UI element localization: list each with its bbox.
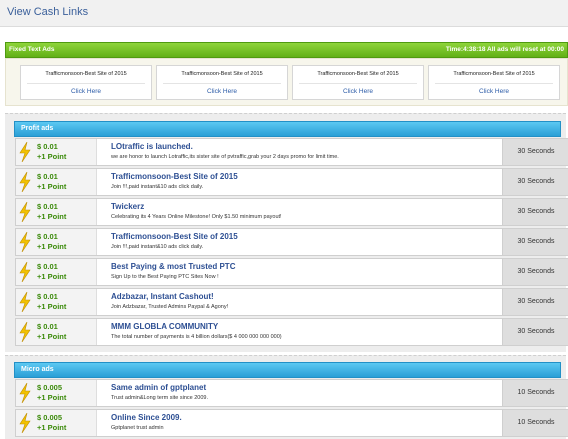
divider — [299, 83, 417, 84]
ad-price: $ 0.01 — [37, 202, 58, 211]
ad-price: $ 0.005 — [37, 413, 63, 422]
reward-cell: $ 0.01 +1 Point — [16, 289, 97, 315]
ad-price: $ 0.01 — [37, 172, 58, 181]
ad-title[interactable]: Twickerz — [111, 202, 144, 211]
lightning-icon — [19, 322, 31, 342]
ad-row[interactable]: $ 0.005 +1 Point Same admin of gptplanet… — [15, 379, 568, 407]
fixed-ad-title: Trafficmonsoon-Best Site of 2015 — [45, 71, 127, 77]
ad-price: $ 0.01 — [37, 322, 58, 331]
fixed-ads-area: Trafficmonsoon-Best Site of 2015 Click H… — [5, 58, 568, 106]
fixed-ad-link[interactable]: Click Here — [293, 88, 423, 95]
divider — [163, 83, 281, 84]
ad-duration: 30 Seconds — [502, 169, 568, 195]
divider — [435, 83, 553, 84]
ad-title[interactable]: Trafficmonsoon-Best Site of 2015 — [111, 232, 238, 241]
fixed-ad-title: Trafficmonsoon-Best Site of 2015 — [181, 71, 263, 77]
ad-duration: 10 Seconds — [502, 410, 568, 436]
ad-row[interactable]: $ 0.01 +1 Point Trafficmonsoon-Best Site… — [15, 228, 568, 256]
ad-points: +1 Point — [37, 393, 67, 402]
reward-cell: $ 0.01 +1 Point — [16, 169, 97, 195]
reward-cell: $ 0.01 +1 Point — [16, 319, 97, 345]
fixed-ad-link[interactable]: Click Here — [21, 88, 151, 95]
ad-title[interactable]: MMM GLOBLA COMMUNITY — [111, 322, 218, 331]
ad-duration: 30 Seconds — [502, 319, 568, 345]
ad-description: Sign Up to the Best Paying PTC Sites Now… — [111, 274, 219, 280]
ad-row[interactable]: $ 0.005 +1 Point Online Since 2009. Gptp… — [15, 409, 568, 437]
ad-points: +1 Point — [37, 182, 67, 191]
ad-duration: 30 Seconds — [502, 139, 568, 165]
ad-row[interactable]: $ 0.01 +1 Point Trafficmonsoon-Best Site… — [15, 168, 568, 196]
ad-row[interactable]: $ 0.01 +1 Point Best Paying & most Trust… — [15, 258, 568, 286]
ad-points: +1 Point — [37, 272, 67, 281]
ad-description: Join Adzbazar, Trusted Admins Paypal & A… — [111, 304, 229, 310]
ad-description: we are honor to launch Lotraffic,its sis… — [111, 154, 339, 160]
ad-row[interactable]: $ 0.01 +1 Point Twickerz Celebrating its… — [15, 198, 568, 226]
ad-points: +1 Point — [37, 302, 67, 311]
ad-title[interactable]: Trafficmonsoon-Best Site of 2015 — [111, 172, 238, 181]
reward-cell: $ 0.01 +1 Point — [16, 139, 97, 165]
fixed-ad-box: Trafficmonsoon-Best Site of 2015 Click H… — [428, 65, 560, 100]
ad-price: $ 0.01 — [37, 262, 58, 271]
ad-row[interactable]: $ 0.01 +1 Point LOtraffic is launched. w… — [15, 138, 568, 166]
ad-price: $ 0.01 — [37, 232, 58, 241]
profit-ads-header: Profit ads — [14, 121, 561, 137]
lightning-icon — [19, 202, 31, 222]
fixed-ads-label: Fixed Text Ads — [9, 46, 55, 53]
lightning-icon — [19, 142, 31, 162]
ad-description: Gptplanet trust admin — [111, 425, 164, 431]
reward-cell: $ 0.01 +1 Point — [16, 199, 97, 225]
ad-title[interactable]: LOtraffic is launched. — [111, 142, 193, 151]
ad-price: $ 0.01 — [37, 142, 58, 151]
ad-points: +1 Point — [37, 423, 67, 432]
ad-price: $ 0.005 — [37, 383, 63, 392]
ad-description: Join !!!,paid instant&10 ads click daily… — [111, 184, 204, 190]
ad-description: The total number of payments is 4 billio… — [111, 334, 282, 340]
micro-ads-header: Micro ads — [14, 362, 561, 378]
ad-title[interactable]: Online Since 2009. — [111, 413, 182, 422]
reward-cell: $ 0.005 +1 Point — [16, 380, 97, 406]
divider — [27, 83, 145, 84]
fixed-ad-title: Trafficmonsoon-Best Site of 2015 — [317, 71, 399, 77]
ad-title[interactable]: Same admin of gptplanet — [111, 383, 206, 392]
ad-points: +1 Point — [37, 242, 67, 251]
ad-description: Celebrating its 4 Years Online Milestone… — [111, 214, 282, 220]
ad-description: Join !!!,paid instant&10 ads click daily… — [111, 244, 204, 250]
reward-cell: $ 0.005 +1 Point — [16, 410, 97, 436]
lightning-icon — [19, 262, 31, 282]
fixed-ad-box: Trafficmonsoon-Best Site of 2015 Click H… — [292, 65, 424, 100]
ad-points: +1 Point — [37, 212, 67, 221]
lightning-icon — [19, 232, 31, 252]
fixed-ad-link[interactable]: Click Here — [429, 88, 559, 95]
ad-title[interactable]: Best Paying & most Trusted PTC — [111, 262, 235, 271]
fixed-ad-title: Trafficmonsoon-Best Site of 2015 — [453, 71, 535, 77]
ad-description: Trust admin&Long term site since 2009. — [111, 395, 209, 401]
ad-price: $ 0.01 — [37, 292, 58, 301]
ad-duration: 30 Seconds — [502, 229, 568, 255]
micro-ads-section: Micro ads $ 0.005 +1 Point Same admin of… — [5, 355, 568, 439]
reset-timer: Time:4:38:18 All ads will reset at 00:00 — [445, 46, 564, 53]
profit-ads-section: Profit ads $ 0.01 +1 Point LOtraffic is … — [5, 113, 568, 352]
lightning-icon — [19, 383, 31, 403]
fixed-ad-link[interactable]: Click Here — [157, 88, 287, 95]
ad-row[interactable]: $ 0.01 +1 Point Adzbazar, Instant Cashou… — [15, 288, 568, 316]
ad-points: +1 Point — [37, 152, 67, 161]
page-header: View Cash Links — [0, 0, 568, 27]
lightning-icon — [19, 172, 31, 192]
reward-cell: $ 0.01 +1 Point — [16, 229, 97, 255]
fixed-ad-box: Trafficmonsoon-Best Site of 2015 Click H… — [20, 65, 152, 100]
ad-duration: 30 Seconds — [502, 259, 568, 285]
page-title: View Cash Links — [7, 6, 89, 18]
lightning-icon — [19, 292, 31, 312]
fixed-ads-bar: Fixed Text Ads Time:4:38:18 All ads will… — [5, 42, 568, 58]
ad-duration: 10 Seconds — [502, 380, 568, 406]
ad-row[interactable]: $ 0.01 +1 Point MMM GLOBLA COMMUNITY The… — [15, 318, 568, 346]
lightning-icon — [19, 413, 31, 433]
ad-duration: 30 Seconds — [502, 289, 568, 315]
ad-title[interactable]: Adzbazar, Instant Cashout! — [111, 292, 214, 301]
fixed-ad-box: Trafficmonsoon-Best Site of 2015 Click H… — [156, 65, 288, 100]
ad-duration: 30 Seconds — [502, 199, 568, 225]
reward-cell: $ 0.01 +1 Point — [16, 259, 97, 285]
ad-points: +1 Point — [37, 332, 67, 341]
